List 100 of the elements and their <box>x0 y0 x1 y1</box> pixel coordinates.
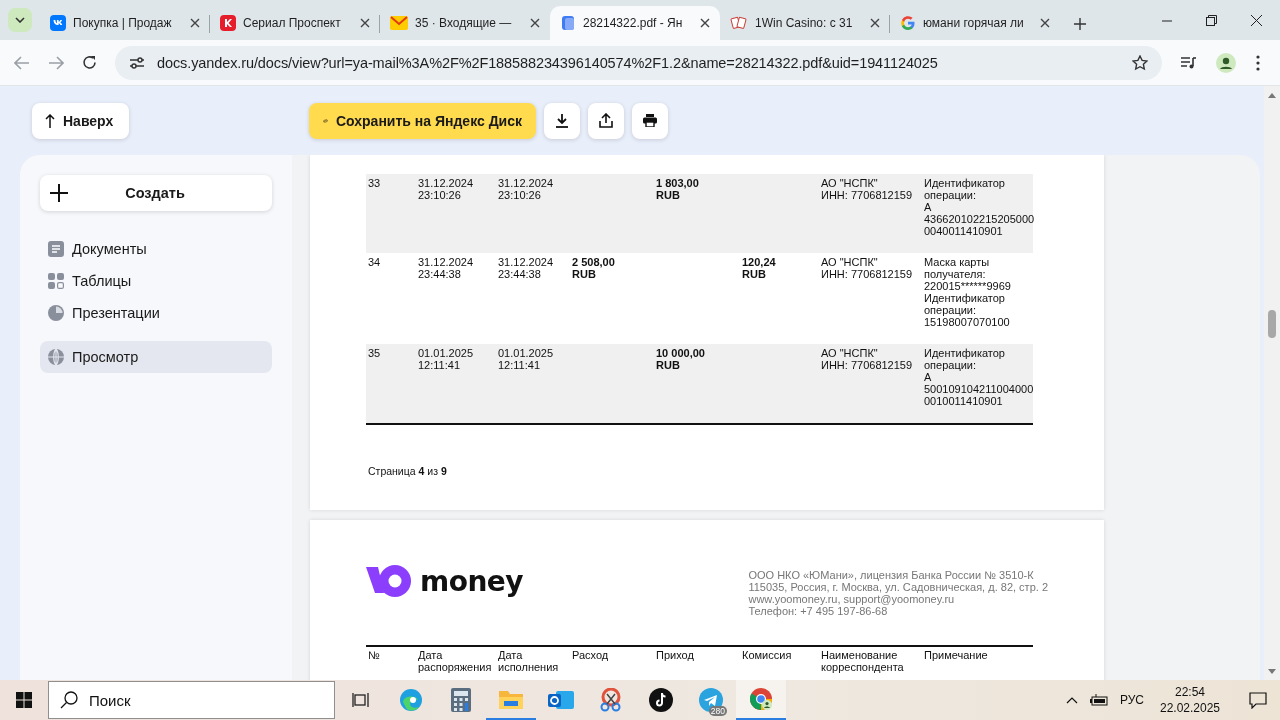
table-cell-text: Маска карты получателя: 220015******9969 Идентификатор операции: 15198007070100 <box>923 255 1012 330</box>
table-cell-text: 31.12.2024 23:10:26 <box>497 176 555 203</box>
column-header: № <box>367 648 381 663</box>
close-tab-icon[interactable] <box>190 18 200 28</box>
browser-tab[interactable]: 28214322.pdf - Ян <box>550 6 720 40</box>
table-cell-text: 2 508,00 RUB <box>571 255 616 282</box>
clock[interactable]: 22:54 22.02.2025 <box>1156 684 1224 716</box>
menu-icon[interactable] <box>1256 54 1260 71</box>
back-to-top-button[interactable]: Наверх <box>32 102 129 139</box>
sidebar-item[interactable]: Презентации <box>40 297 272 329</box>
document-icon <box>560 15 576 31</box>
page-number: Страница 4 из 9 <box>368 465 448 477</box>
table-cell-text: 01.01.2025 12:11:41 <box>497 346 555 373</box>
table-cell-text: АО "НСПК" ИНН: 7706812159 <box>820 346 914 373</box>
language-indicator[interactable]: РУС <box>1119 693 1144 707</box>
table-cell-text: 01.01.2025 12:11:41 <box>417 346 475 373</box>
envelope-icon <box>390 16 408 30</box>
task-view-icon <box>352 692 370 708</box>
pie-chart-icon <box>48 305 64 321</box>
print-button[interactable] <box>632 102 668 139</box>
search-icon <box>60 691 78 709</box>
chevron-down-icon <box>15 17 25 23</box>
table-cell-text: 31.12.2024 23:10:26 <box>417 176 475 203</box>
table-cell-text: АО "НСПК" ИНН: 7706812159 <box>820 255 914 282</box>
create-button[interactable]: Создать <box>40 175 272 211</box>
address-bar[interactable]: docs.yandex.ru/docs/view?url=ya-mail%3A%2F%2F188588234396140574%2F1.2&name=28214322.pdf&uid=1941124025 <box>115 45 1162 80</box>
taskbar-search-field[interactable]: Поиск <box>48 681 335 719</box>
new-tab-icon[interactable] <box>1074 18 1086 30</box>
square-logo-icon <box>220 15 236 31</box>
table-cell-text: 34 <box>367 255 382 270</box>
table-cell-text: Идентификатор операции: А 436620102215205000 0040011410901 <box>923 176 1033 239</box>
chevron-up-icon[interactable] <box>1065 696 1078 704</box>
close-tab-icon[interactable] <box>700 18 710 28</box>
column-header: Расход <box>571 648 610 663</box>
download-button[interactable] <box>544 102 580 139</box>
printer-icon <box>643 114 657 127</box>
arrow-up-icon <box>45 113 55 128</box>
edge-icon <box>399 688 423 712</box>
table-cell-text: 35 <box>367 346 382 361</box>
browser-tab[interactable]: 1Win Casino: с 31 <box>720 6 890 40</box>
site-settings-icon[interactable] <box>129 55 145 70</box>
close-icon[interactable] <box>1251 15 1262 26</box>
scroll-down-icon[interactable] <box>1268 669 1276 674</box>
column-header: Дата исполнения <box>497 648 560 673</box>
music-note-icon <box>649 688 673 712</box>
sidebar-item[interactable]: Просмотр <box>40 341 272 373</box>
table-cell-text: 31.12.2024 23:44:38 <box>497 255 555 282</box>
close-tab-icon[interactable] <box>1040 18 1050 28</box>
scroll-up-icon[interactable] <box>1268 93 1276 98</box>
taskbar-app[interactable]: 280 <box>686 680 736 720</box>
document-icon <box>48 241 64 257</box>
table-cell-text: 120,24 RUB <box>741 255 777 282</box>
share-button[interactable] <box>588 102 624 139</box>
square-logo-icon <box>50 15 66 31</box>
minimize-icon[interactable] <box>1162 19 1172 22</box>
table-cell-text: Идентификатор операции: А 500109104211004000 0010011410901 <box>923 346 1033 409</box>
scissors-icon <box>600 688 622 712</box>
folder-icon <box>499 689 523 709</box>
unread-count: 280 <box>708 706 727 716</box>
browser-icon <box>749 687 773 711</box>
browser-tab[interactable]: Покупка | Продаж <box>40 6 210 40</box>
sidebar-item[interactable]: Документы <box>40 233 272 265</box>
globe-icon <box>48 349 64 365</box>
column-header: Наименование корреспондента <box>820 648 905 673</box>
browser-tab[interactable]: 35 · Входящие — <box>380 6 550 40</box>
table-cell-text: 31.12.2024 23:44:38 <box>417 255 475 282</box>
table-cell-text: 1 803,00 RUB <box>655 176 700 203</box>
profile-icon[interactable] <box>1216 52 1236 73</box>
notification-icon[interactable] <box>1249 691 1267 709</box>
download-icon <box>556 113 568 128</box>
battery-icon[interactable] <box>1089 694 1108 706</box>
envelope-icon <box>548 689 574 711</box>
save-to-disk-button[interactable]: Сохранить на Яндекс Диск <box>309 102 536 139</box>
table-cell-text: 10 000,00 RUB <box>655 346 706 373</box>
tab-search-button[interactable] <box>8 8 32 32</box>
restore-icon[interactable] <box>1206 15 1217 26</box>
column-header: Примечание <box>923 648 989 663</box>
column-header: Приход <box>655 648 695 663</box>
table-cell-text: АО "НСПК" ИНН: 7706812159 <box>820 176 914 203</box>
company-details: ООО НКО «ЮМани», лицензия Банка России № 3510-К 115035, Россия, г. Москва, ул. Садовническая, д. 82, стр. 2 www.yoomoney.ru, support@yoomoney.ru Телефон: +7 495 197-86-68 <box>748 569 1048 617</box>
column-header: Комиссия <box>741 648 793 663</box>
table-cell-text: 33 <box>367 176 382 191</box>
close-tab-icon[interactable] <box>360 18 370 28</box>
g-logo-icon <box>900 15 916 31</box>
media-icon[interactable] <box>1180 55 1196 70</box>
star-icon[interactable] <box>1132 54 1148 71</box>
windows-start-icon[interactable] <box>16 692 32 708</box>
sidebar-item[interactable]: Таблицы <box>40 265 272 297</box>
scrollbar-thumb[interactable] <box>1268 310 1276 338</box>
company-logo: money <box>366 564 524 598</box>
close-tab-icon[interactable] <box>870 18 880 28</box>
browser-tab[interactable]: Сериал Проспект <box>210 6 380 40</box>
browser-tab[interactable]: юмани горячая ли <box>890 6 1060 40</box>
grid-icon <box>48 273 64 289</box>
cards-icon <box>730 15 748 31</box>
calculator-icon <box>451 688 471 712</box>
close-tab-icon[interactable] <box>530 18 540 28</box>
paper-plane-icon <box>699 688 723 712</box>
column-header: Дата распоряжения <box>417 648 493 673</box>
reload-icon[interactable] <box>82 55 97 70</box>
